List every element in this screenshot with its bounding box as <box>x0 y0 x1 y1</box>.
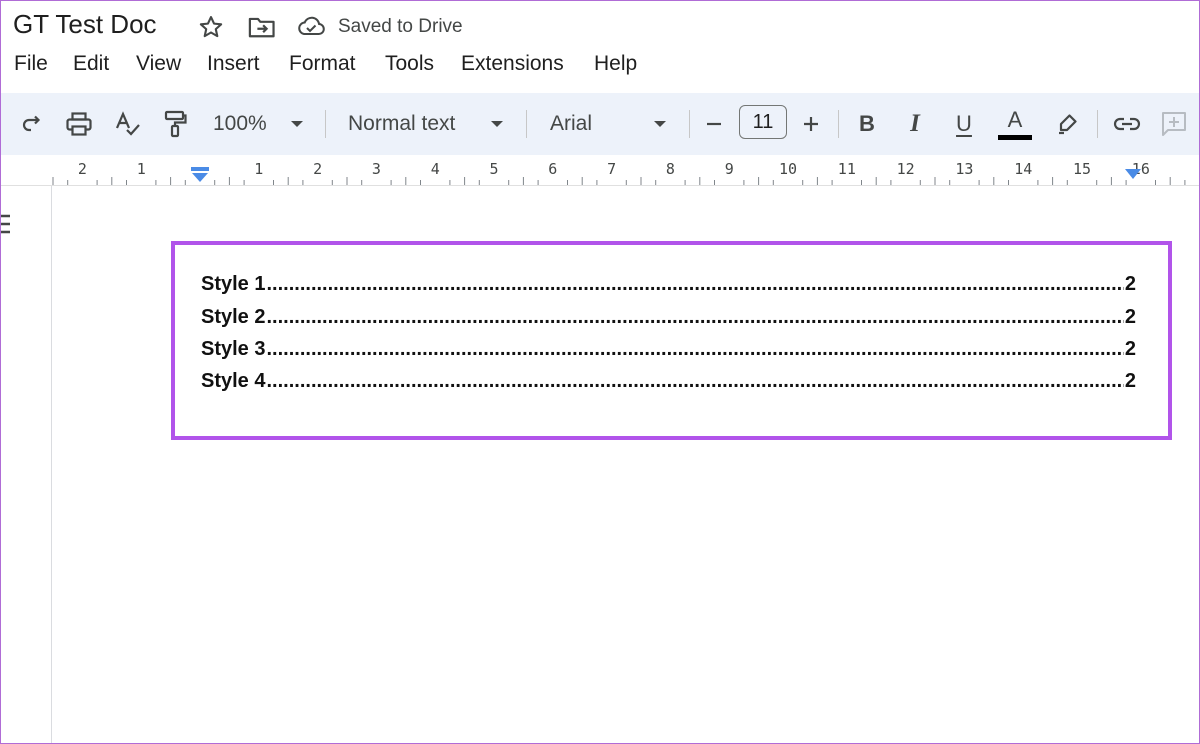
saved-status: Saved to Drive <box>338 16 463 37</box>
ruler[interactable]: 2 1 1 2 3 4 5 6 7 8 9 10 11 12 13 14 15 16 <box>0 155 1200 186</box>
underline-label: U <box>956 111 972 136</box>
font-value: Arial <box>550 112 593 135</box>
highlight-icon[interactable] <box>1052 93 1082 155</box>
toc-page-number: 2 <box>1124 370 1136 392</box>
style-value: Normal text <box>348 112 456 135</box>
toc-leader: ........................................… <box>266 306 1123 328</box>
ruler-number: 4 <box>430 160 440 178</box>
redo-icon[interactable] <box>16 93 48 155</box>
toc-entry[interactable]: Style 3 ................................… <box>201 338 1136 364</box>
ruler-number: 15 <box>1073 160 1092 178</box>
outline-icon[interactable] <box>0 214 12 236</box>
ruler-number: 1 <box>136 160 146 178</box>
ruler-number: 10 <box>779 160 798 178</box>
toc-page-number: 2 <box>1124 306 1136 328</box>
ruler-number: 13 <box>955 160 974 178</box>
ruler-number: 14 <box>1014 160 1033 178</box>
toc-entry[interactable]: Style 1 ................................… <box>201 273 1136 299</box>
increase-font-icon[interactable] <box>797 93 825 155</box>
toc-leader: ........................................… <box>266 273 1123 295</box>
zoom-select[interactable]: 100% <box>206 93 278 155</box>
decrease-font-icon[interactable] <box>700 93 728 155</box>
text-color-icon[interactable]: A <box>996 93 1034 155</box>
document-margin <box>0 186 52 744</box>
ruler-number: 12 <box>896 160 915 178</box>
ruler-number: 6 <box>548 160 558 178</box>
font-select[interactable]: Arial <box>542 93 642 155</box>
menu-insert[interactable]: Insert <box>207 52 260 76</box>
title-bar: GT Test Doc Saved to Drive <box>0 0 1200 50</box>
font-size-input[interactable]: 11 <box>739 105 787 139</box>
toc-label: Style 2 <box>201 306 266 328</box>
ruler-number: 8 <box>665 160 675 178</box>
toc-entry[interactable]: Style 4 ................................… <box>201 370 1136 396</box>
chevron-down-icon[interactable] <box>484 93 510 155</box>
toc-page-number: 2 <box>1124 273 1136 295</box>
menu-view[interactable]: View <box>136 52 181 76</box>
right-indent-marker[interactable] <box>1124 167 1142 186</box>
zoom-value: 100% <box>213 112 267 135</box>
menu-edit[interactable]: Edit <box>73 52 109 76</box>
bold-label: B <box>859 111 875 136</box>
toc-label: Style 1 <box>201 273 266 295</box>
bold-icon[interactable]: B <box>852 93 882 155</box>
move-folder-icon[interactable] <box>247 13 277 41</box>
toolbar-divider <box>838 110 839 138</box>
menu-format[interactable]: Format <box>289 52 356 76</box>
doc-title[interactable]: GT Test Doc <box>13 9 157 40</box>
toc-label: Style 4 <box>201 370 266 392</box>
menu-help[interactable]: Help <box>594 52 637 76</box>
paint-format-icon[interactable] <box>158 93 192 155</box>
star-icon[interactable] <box>197 13 225 41</box>
toc-page-number: 2 <box>1124 338 1136 360</box>
menu-extensions[interactable]: Extensions <box>461 52 564 76</box>
toolbar-divider <box>689 110 690 138</box>
toolbar-divider <box>1097 110 1098 138</box>
underline-icon[interactable]: U <box>949 93 979 155</box>
spellcheck-icon[interactable] <box>110 93 144 155</box>
toc-leader: ........................................… <box>266 370 1123 392</box>
text-color-bar <box>998 134 1032 140</box>
ruler-number: 1 <box>254 160 264 178</box>
toc-leader: ........................................… <box>266 338 1123 360</box>
menu-file[interactable]: File <box>14 52 48 76</box>
cloud-saved-icon[interactable] <box>296 14 326 38</box>
ruler-number: 3 <box>371 160 381 178</box>
italic-icon[interactable]: I <box>900 93 930 155</box>
ruler-number: 5 <box>489 160 499 178</box>
ruler-number: 2 <box>77 160 87 178</box>
link-icon[interactable] <box>1110 93 1144 155</box>
style-select[interactable]: Normal text <box>340 93 480 155</box>
chevron-down-icon[interactable] <box>647 93 673 155</box>
toolbar-divider <box>526 110 527 138</box>
add-comment-icon[interactable] <box>1158 93 1190 155</box>
menu-bar: File Edit View Insert Format Tools Exten… <box>0 50 1200 78</box>
italic-label: I <box>910 110 920 137</box>
text-color-label: A <box>1007 106 1023 132</box>
toc-label: Style 3 <box>201 338 266 360</box>
ruler-number: 7 <box>607 160 617 178</box>
menu-tools[interactable]: Tools <box>385 52 434 76</box>
ruler-number: 9 <box>724 160 734 178</box>
chevron-down-icon[interactable] <box>284 93 310 155</box>
toolbar: 100% Normal text Arial 11 B I U A <box>0 93 1200 155</box>
print-icon[interactable] <box>62 93 96 155</box>
toc-entry[interactable]: Style 2 ................................… <box>201 306 1136 332</box>
toolbar-divider <box>325 110 326 138</box>
ruler-number: 11 <box>837 160 856 178</box>
left-indent-marker[interactable] <box>190 167 210 188</box>
ruler-number: 2 <box>313 160 323 178</box>
